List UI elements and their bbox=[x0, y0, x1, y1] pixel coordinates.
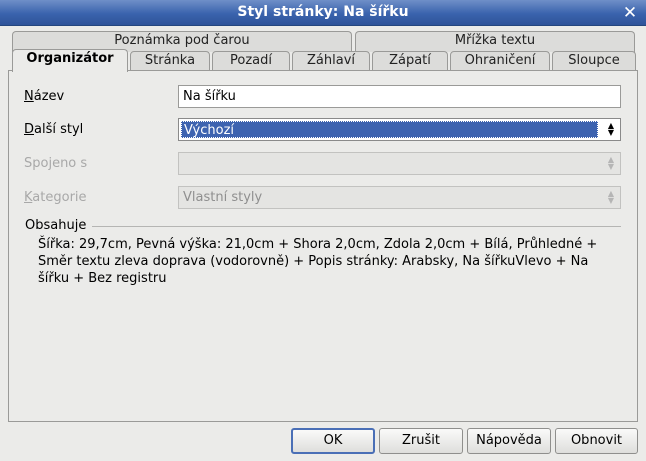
tab-footer[interactable]: Zápatí bbox=[372, 51, 448, 72]
contains-divider bbox=[92, 226, 621, 227]
spin-arrows-icon: ▲ ▼ bbox=[607, 155, 615, 171]
title-bar[interactable]: Styl stránky: Na šířku ✕ bbox=[0, 0, 646, 26]
tab-label: Organizátor bbox=[26, 51, 114, 66]
tab-background[interactable]: Pozadí bbox=[212, 51, 290, 72]
spin-arrows-icon[interactable]: ▲ ▼ bbox=[606, 122, 616, 138]
linked-value bbox=[181, 155, 598, 172]
next-style-label: Další styl bbox=[24, 122, 84, 137]
category-label: Kategorie bbox=[24, 190, 87, 205]
tab-label: Ohraničení bbox=[464, 53, 536, 68]
tab-label: Poznámka pod čarou bbox=[114, 33, 250, 48]
tab-borders[interactable]: Ohraničení bbox=[450, 51, 550, 72]
tab-label: Zápatí bbox=[389, 53, 431, 68]
tab-header[interactable]: Záhlaví bbox=[292, 51, 370, 72]
tab-page[interactable]: Stránka bbox=[130, 51, 210, 72]
spin-arrows-icon: ▲ ▼ bbox=[607, 189, 615, 205]
linked-select[interactable]: ▲ ▼ bbox=[178, 152, 621, 175]
tab-label: Záhlaví bbox=[307, 53, 355, 68]
window-title: Styl stránky: Na šířku bbox=[237, 4, 409, 20]
category-value: Vlastní styly bbox=[183, 190, 263, 205]
next-style-value: Výchozí bbox=[181, 121, 598, 138]
name-input[interactable]: Na šířku bbox=[178, 85, 621, 108]
cancel-button[interactable]: Zrušit bbox=[379, 428, 463, 454]
tab-text-grid[interactable]: Mřížka textu bbox=[355, 31, 635, 52]
tab-label: Sloupce bbox=[568, 53, 620, 68]
dialog-window: Styl stránky: Na šířku ✕ Poznámka pod ča… bbox=[0, 0, 646, 461]
reset-button[interactable]: Obnovit bbox=[555, 428, 638, 454]
next-style-select[interactable]: Výchozí ▲ ▼ bbox=[178, 118, 621, 141]
tab-label: Pozadí bbox=[230, 53, 272, 68]
ok-button[interactable]: OK bbox=[291, 428, 375, 454]
close-icon[interactable]: ✕ bbox=[620, 3, 640, 23]
tab-label: Stránka bbox=[144, 53, 196, 68]
name-label: Název bbox=[24, 89, 64, 104]
help-button[interactable]: Nápověda bbox=[467, 428, 551, 454]
name-label-text: Název bbox=[24, 89, 65, 104]
contains-description: Šířka: 29,7cm, Pevná výška: 21,0cm + Sho… bbox=[38, 237, 598, 286]
category-select[interactable]: Vlastní styly ▲ ▼ bbox=[178, 186, 621, 209]
linked-label: Spojeno s bbox=[24, 156, 88, 171]
contains-title: Obsahuje bbox=[25, 218, 87, 233]
tab-organizer[interactable]: Organizátor bbox=[12, 49, 128, 72]
tab-label: Mřížka textu bbox=[454, 33, 536, 48]
tab-columns[interactable]: Sloupce bbox=[552, 51, 636, 72]
